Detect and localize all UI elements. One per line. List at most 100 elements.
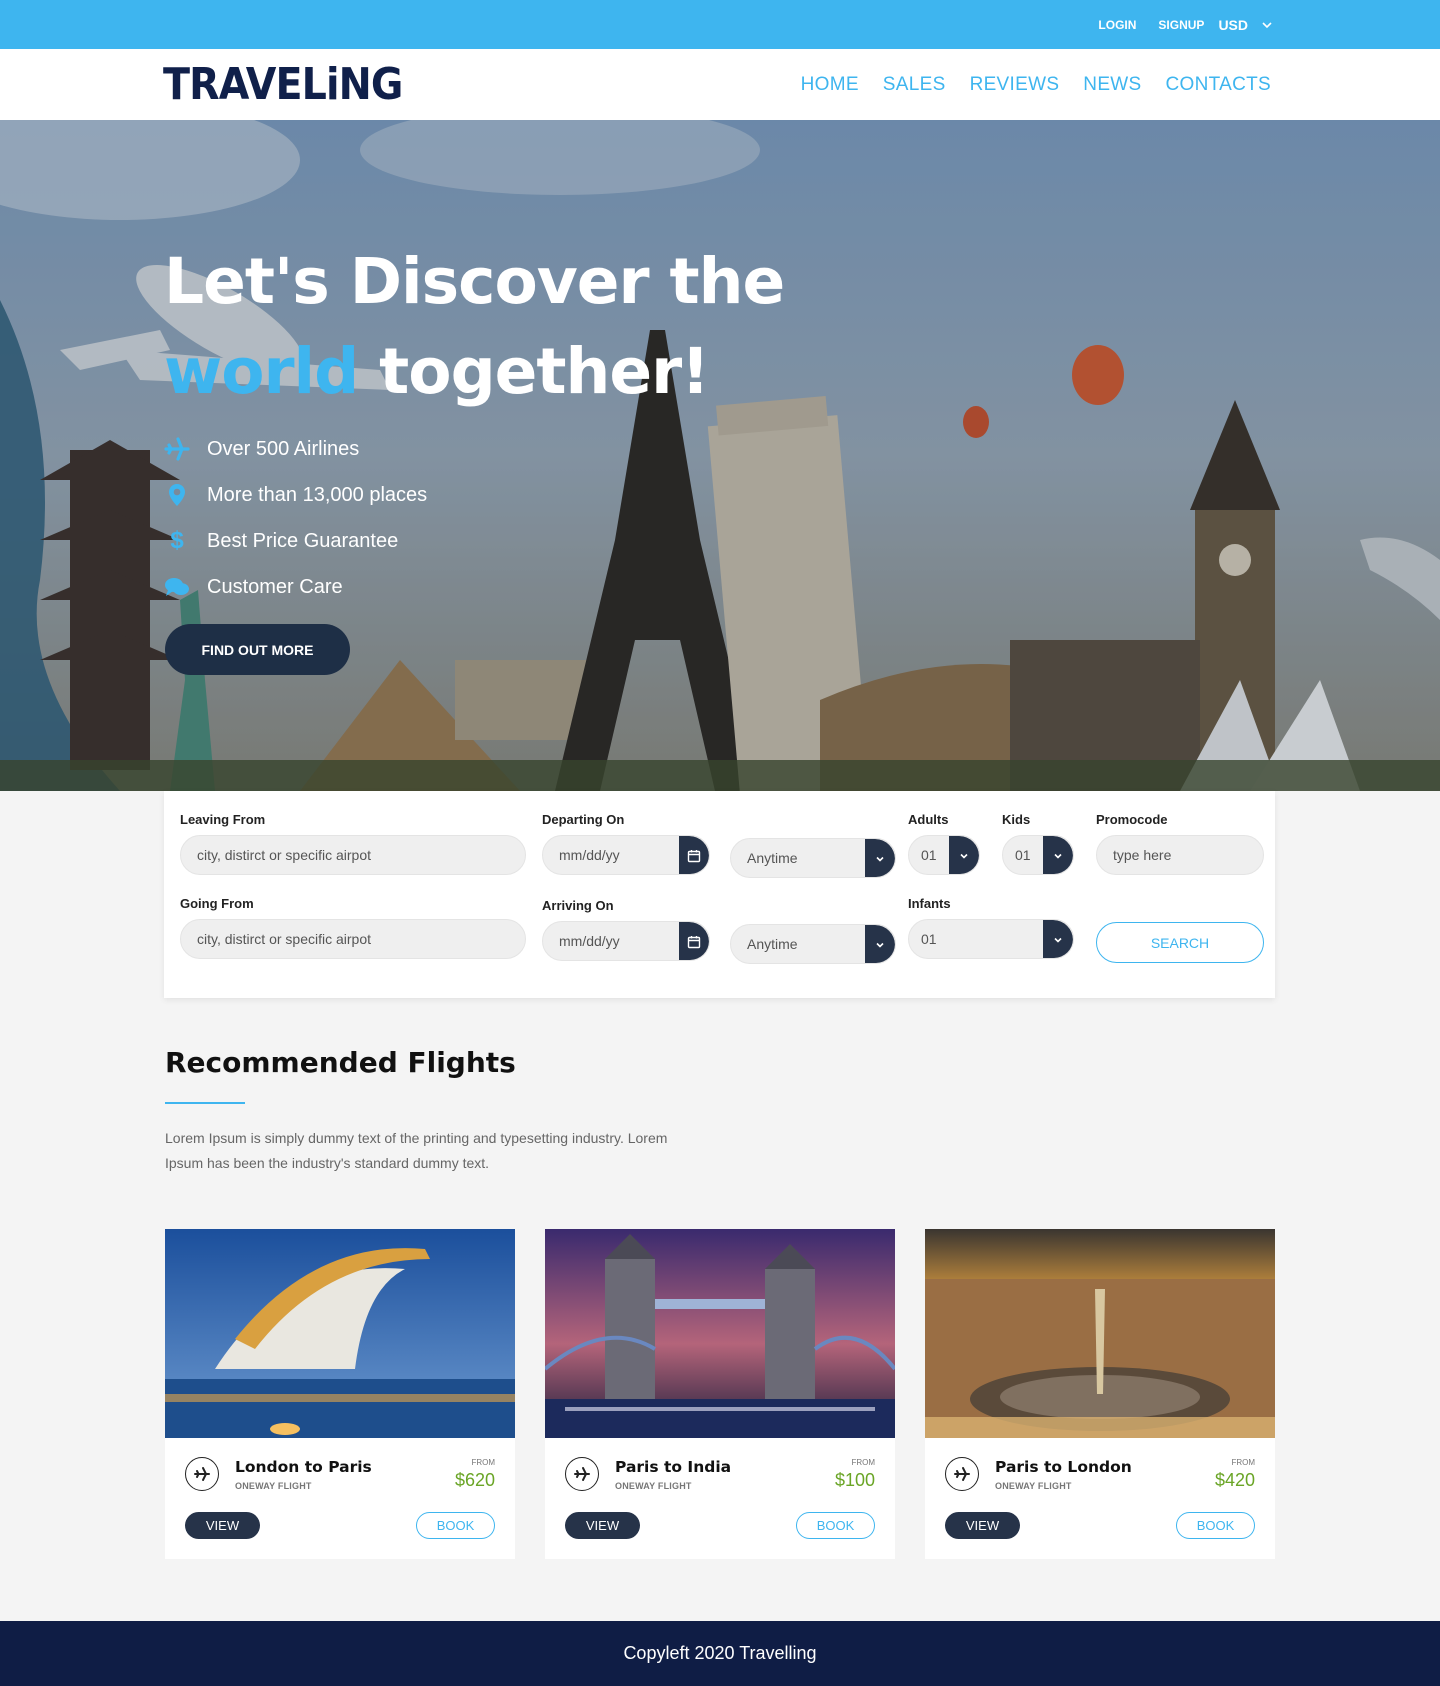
nav-contacts[interactable]: CONTACTS xyxy=(1166,74,1272,96)
kids-label: Kids xyxy=(1002,812,1031,827)
flight-card: Paris to India ONEWAY FLIGHT FROM $100 V… xyxy=(545,1229,895,1559)
adults-label: Adults xyxy=(908,812,949,827)
chevron-down-icon xyxy=(1262,21,1272,28)
dollar-icon: $ xyxy=(170,527,184,554)
feature-text: More than 13,000 places xyxy=(207,483,428,506)
chevron-down-icon xyxy=(1043,920,1073,958)
main-nav: HOME SALES REVIEWS NEWS CONTACTS xyxy=(801,49,1271,120)
find-out-more-button[interactable]: FIND OUT MORE xyxy=(165,624,350,675)
nav-reviews[interactable]: REVIEWS xyxy=(970,74,1060,96)
departing-time-select[interactable]: Anytime xyxy=(730,838,896,878)
plane-icon xyxy=(945,1457,979,1491)
book-button[interactable]: BOOK xyxy=(796,1512,875,1539)
kids-select[interactable]: 01 xyxy=(1002,835,1074,875)
feature-item: Over 500 Airlines xyxy=(164,426,427,472)
arriving-on-label: Arriving On xyxy=(542,898,614,913)
chevron-down-icon xyxy=(865,925,895,963)
feature-item: More than 13,000 places xyxy=(164,472,427,518)
view-button[interactable]: VIEW xyxy=(945,1512,1020,1539)
book-button[interactable]: BOOK xyxy=(416,1512,495,1539)
kids-value: 01 xyxy=(1015,847,1031,863)
hero-title-accent: world xyxy=(164,335,359,408)
feature-item: Customer Care xyxy=(164,564,427,610)
chat-bubbles-icon xyxy=(164,574,190,600)
chevron-down-icon xyxy=(865,839,895,877)
nav-news[interactable]: NEWS xyxy=(1083,74,1141,96)
main-navbar: TRAVELiNG HOME SALES REVIEWS NEWS CONTAC… xyxy=(0,49,1440,120)
map-pin-icon xyxy=(164,482,190,508)
departing-time-value: Anytime xyxy=(747,850,798,866)
feature-list: Over 500 Airlines More than 13,000 place… xyxy=(164,426,427,610)
hero-banner: Let's Discover the world together! Over … xyxy=(0,120,1440,791)
flight-card: Paris to London ONEWAY FLIGHT FROM $420 … xyxy=(925,1229,1275,1559)
hero-title-rest: together! xyxy=(358,335,710,408)
page-footer: Copyleft 2020 Travelling xyxy=(0,1621,1440,1686)
flight-price: $620 xyxy=(454,1470,495,1490)
flight-route: Paris to India xyxy=(615,1458,732,1476)
view-button[interactable]: VIEW xyxy=(185,1512,260,1539)
arriving-date-value: mm/dd/yy xyxy=(559,933,620,949)
feature-text: Best Price Guarantee xyxy=(207,529,399,552)
search-button[interactable]: SEARCH xyxy=(1096,922,1264,963)
price-from-label: FROM xyxy=(851,1458,875,1467)
infants-label: Infants xyxy=(908,896,951,911)
departing-on-label: Departing On xyxy=(542,812,625,827)
signup-link[interactable]: SIGNUP xyxy=(1158,18,1204,32)
copyright-text: Copyleft 2020 Travelling xyxy=(623,1643,817,1663)
flight-type: ONEWAY FLIGHT xyxy=(235,1481,312,1491)
flight-card-photo xyxy=(925,1229,1275,1438)
flight-type: ONEWAY FLIGHT xyxy=(615,1481,692,1491)
price-from-label: FROM xyxy=(471,1458,495,1467)
flight-price: $100 xyxy=(834,1470,875,1490)
promocode-placeholder: type here xyxy=(1113,847,1172,863)
infants-select[interactable]: 01 xyxy=(908,919,1074,959)
flight-type: ONEWAY FLIGHT xyxy=(995,1481,1072,1491)
adults-select[interactable]: 01 xyxy=(908,835,980,875)
departing-date-input[interactable]: mm/dd/yy xyxy=(542,835,710,875)
section-description: Lorem Ipsum is simply dummy text of the … xyxy=(165,1130,668,1171)
login-link[interactable]: LOGIN xyxy=(1098,18,1136,32)
view-button[interactable]: VIEW xyxy=(565,1512,640,1539)
leaving-from-input[interactable]: city, distirct or specific airpot xyxy=(180,835,526,875)
brand-logo[interactable]: TRAVELiNG xyxy=(163,59,403,110)
arriving-time-value: Anytime xyxy=(747,936,798,952)
flight-route: London to Paris xyxy=(235,1458,372,1476)
going-from-input[interactable]: city, distirct or specific airpot xyxy=(180,919,526,959)
hero-title-line2: world together! xyxy=(164,327,784,417)
plane-icon xyxy=(164,436,190,462)
leaving-from-placeholder: city, distirct or specific airpot xyxy=(197,847,372,863)
chevron-down-icon xyxy=(949,836,979,874)
infants-value: 01 xyxy=(921,931,937,947)
calendar-icon[interactable] xyxy=(679,922,709,960)
price-from-label: FROM xyxy=(1231,1458,1255,1467)
plane-icon xyxy=(565,1457,599,1491)
book-button[interactable]: BOOK xyxy=(1176,1512,1255,1539)
flight-route: Paris to London xyxy=(995,1458,1132,1476)
flight-card: London to Paris ONEWAY FLIGHT FROM $620 … xyxy=(165,1229,515,1559)
nav-sales[interactable]: SALES xyxy=(883,74,946,96)
currency-value: USD xyxy=(1218,16,1248,33)
arriving-time-select[interactable]: Anytime xyxy=(730,924,896,964)
departing-date-value: mm/dd/yy xyxy=(559,847,620,863)
feature-text: Customer Care xyxy=(207,575,343,598)
flight-card-photo xyxy=(165,1229,515,1438)
promocode-label: Promocode xyxy=(1096,812,1168,827)
feature-item: $ Best Price Guarantee xyxy=(164,518,427,564)
flight-card-photo xyxy=(545,1229,895,1438)
chevron-down-icon xyxy=(1043,836,1073,874)
nav-home[interactable]: HOME xyxy=(801,74,859,96)
hero-title: Let's Discover the world together! xyxy=(164,237,785,417)
section-title: Recommended Flights xyxy=(165,1046,516,1079)
leaving-from-label: Leaving From xyxy=(180,812,266,827)
promocode-input[interactable]: type here xyxy=(1096,835,1264,875)
going-from-label: Going From xyxy=(180,896,254,911)
top-bar: LOGIN SIGNUP USD xyxy=(0,0,1440,49)
account-links: LOGIN SIGNUP USD xyxy=(1098,0,1272,49)
going-from-placeholder: city, distirct or specific airpot xyxy=(197,931,372,947)
adults-value: 01 xyxy=(921,847,937,863)
flight-search-form: Leaving From city, distirct or specific … xyxy=(164,791,1275,998)
feature-text: Over 500 Airlines xyxy=(207,437,360,460)
arriving-date-input[interactable]: mm/dd/yy xyxy=(542,921,710,961)
calendar-icon[interactable] xyxy=(679,836,709,874)
currency-select[interactable]: USD xyxy=(1218,17,1272,33)
